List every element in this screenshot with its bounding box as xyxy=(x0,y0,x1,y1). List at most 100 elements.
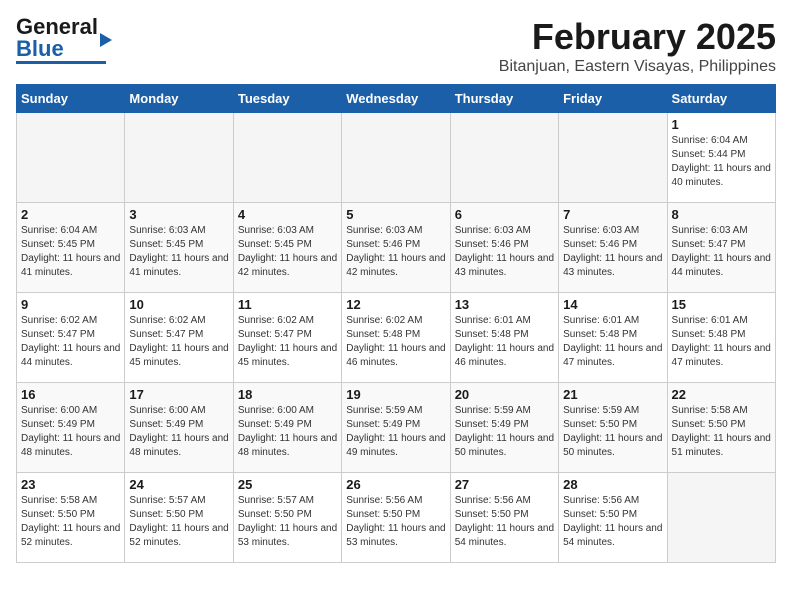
day-cell: 4 Sunrise: 6:03 AM Sunset: 5:45 PM Daylig… xyxy=(233,203,341,293)
day-info: Sunrise: 5:58 AM Sunset: 5:50 PM Dayligh… xyxy=(672,404,771,460)
day-number: 18 xyxy=(238,387,337,402)
day-cell: 17 Sunrise: 6:00 AM Sunset: 5:49 PM Dayli… xyxy=(125,383,233,473)
day-number: 26 xyxy=(346,477,445,492)
day-info: Sunrise: 6:00 AM Sunset: 5:49 PM Dayligh… xyxy=(238,404,337,460)
logo-text: General Blue xyxy=(16,16,98,60)
weekday-header-tuesday: Tuesday xyxy=(233,85,341,113)
day-cell: 12 Sunrise: 6:02 AM Sunset: 5:48 PM Dayli… xyxy=(342,293,450,383)
day-number: 13 xyxy=(455,297,554,312)
day-number: 16 xyxy=(21,387,120,402)
day-cell: 13Sunrise: 6:01 AM Sunset: 5:48 PM Dayli… xyxy=(450,293,558,383)
day-cell xyxy=(17,113,125,203)
day-number: 25 xyxy=(238,477,337,492)
day-cell: 8Sunrise: 6:03 AM Sunset: 5:47 PM Daylig… xyxy=(667,203,775,293)
day-number: 5 xyxy=(346,207,445,222)
day-info: Sunrise: 5:56 AM Sunset: 5:50 PM Dayligh… xyxy=(563,494,662,550)
day-number: 12 xyxy=(346,297,445,312)
weekday-header-friday: Friday xyxy=(559,85,667,113)
title-block: February 2025 Bitanjuan, Eastern Visayas… xyxy=(499,16,776,76)
weekday-header-thursday: Thursday xyxy=(450,85,558,113)
day-number: 3 xyxy=(129,207,228,222)
week-row-1: 1 Sunrise: 6:04 AM Sunset: 5:44 PM Daylig… xyxy=(17,113,776,203)
day-cell xyxy=(667,473,775,563)
day-number: 23 xyxy=(21,477,120,492)
day-info: Sunrise: 5:57 AM Sunset: 5:50 PM Dayligh… xyxy=(129,494,228,550)
logo-blue: Blue xyxy=(16,36,64,61)
day-info: Sunrise: 6:03 AM Sunset: 5:46 PM Dayligh… xyxy=(346,224,445,280)
calendar-table: SundayMondayTuesdayWednesdayThursdayFrid… xyxy=(16,84,776,563)
day-info: Sunrise: 6:04 AM Sunset: 5:44 PM Dayligh… xyxy=(672,134,771,190)
day-info: Sunrise: 6:04 AM Sunset: 5:45 PM Dayligh… xyxy=(21,224,120,280)
day-number: 8 xyxy=(672,207,771,222)
week-row-4: 16 Sunrise: 6:00 AM Sunset: 5:49 PM Dayli… xyxy=(17,383,776,473)
weekday-header-wednesday: Wednesday xyxy=(342,85,450,113)
day-cell: 14Sunrise: 6:01 AM Sunset: 5:48 PM Dayli… xyxy=(559,293,667,383)
day-info: Sunrise: 6:00 AM Sunset: 5:49 PM Dayligh… xyxy=(21,404,120,460)
day-number: 1 xyxy=(672,117,771,132)
day-info: Sunrise: 5:57 AM Sunset: 5:50 PM Dayligh… xyxy=(238,494,337,550)
day-info: Sunrise: 6:03 AM Sunset: 5:45 PM Dayligh… xyxy=(238,224,337,280)
day-info: Sunrise: 5:56 AM Sunset: 5:50 PM Dayligh… xyxy=(346,494,445,550)
day-cell xyxy=(233,113,341,203)
day-cell: 20Sunrise: 5:59 AM Sunset: 5:49 PM Dayli… xyxy=(450,383,558,473)
weekday-header-row: SundayMondayTuesdayWednesdayThursdayFrid… xyxy=(17,85,776,113)
weekday-header-sunday: Sunday xyxy=(17,85,125,113)
month-title: February 2025 xyxy=(499,16,776,58)
day-number: 6 xyxy=(455,207,554,222)
day-cell: 16 Sunrise: 6:00 AM Sunset: 5:49 PM Dayli… xyxy=(17,383,125,473)
day-cell: 9 Sunrise: 6:02 AM Sunset: 5:47 PM Daylig… xyxy=(17,293,125,383)
day-cell: 22 Sunrise: 5:58 AM Sunset: 5:50 PM Dayli… xyxy=(667,383,775,473)
location-subtitle: Bitanjuan, Eastern Visayas, Philippines xyxy=(499,58,776,76)
day-cell: 5 Sunrise: 6:03 AM Sunset: 5:46 PM Daylig… xyxy=(342,203,450,293)
day-cell: 24 Sunrise: 5:57 AM Sunset: 5:50 PM Dayli… xyxy=(125,473,233,563)
day-number: 24 xyxy=(129,477,228,492)
logo: General Blue xyxy=(16,16,112,64)
day-info: Sunrise: 5:59 AM Sunset: 5:49 PM Dayligh… xyxy=(346,404,445,460)
day-cell: 7Sunrise: 6:03 AM Sunset: 5:46 PM Daylig… xyxy=(559,203,667,293)
day-number: 27 xyxy=(455,477,554,492)
day-number: 9 xyxy=(21,297,120,312)
weekday-header-saturday: Saturday xyxy=(667,85,775,113)
day-number: 14 xyxy=(563,297,662,312)
week-row-5: 23 Sunrise: 5:58 AM Sunset: 5:50 PM Dayli… xyxy=(17,473,776,563)
day-info: Sunrise: 6:03 AM Sunset: 5:45 PM Dayligh… xyxy=(129,224,228,280)
day-info: Sunrise: 5:59 AM Sunset: 5:50 PM Dayligh… xyxy=(563,404,662,460)
day-cell xyxy=(342,113,450,203)
day-info: Sunrise: 6:02 AM Sunset: 5:47 PM Dayligh… xyxy=(21,314,120,370)
day-cell xyxy=(125,113,233,203)
day-info: Sunrise: 5:56 AM Sunset: 5:50 PM Dayligh… xyxy=(455,494,554,550)
day-cell: 21Sunrise: 5:59 AM Sunset: 5:50 PM Dayli… xyxy=(559,383,667,473)
day-cell: 25 Sunrise: 5:57 AM Sunset: 5:50 PM Dayli… xyxy=(233,473,341,563)
day-number: 7 xyxy=(563,207,662,222)
day-cell xyxy=(559,113,667,203)
day-number: 17 xyxy=(129,387,228,402)
day-cell: 27 Sunrise: 5:56 AM Sunset: 5:50 PM Dayli… xyxy=(450,473,558,563)
day-number: 15 xyxy=(672,297,771,312)
day-number: 2 xyxy=(21,207,120,222)
week-row-3: 9 Sunrise: 6:02 AM Sunset: 5:47 PM Daylig… xyxy=(17,293,776,383)
week-row-2: 2 Sunrise: 6:04 AM Sunset: 5:45 PM Daylig… xyxy=(17,203,776,293)
day-cell: 18 Sunrise: 6:00 AM Sunset: 5:49 PM Dayli… xyxy=(233,383,341,473)
day-cell: 11Sunrise: 6:02 AM Sunset: 5:47 PM Dayli… xyxy=(233,293,341,383)
day-cell: 15 Sunrise: 6:01 AM Sunset: 5:48 PM Dayli… xyxy=(667,293,775,383)
day-cell: 19Sunrise: 5:59 AM Sunset: 5:49 PM Dayli… xyxy=(342,383,450,473)
day-cell: 26 Sunrise: 5:56 AM Sunset: 5:50 PM Dayli… xyxy=(342,473,450,563)
day-cell: 1 Sunrise: 6:04 AM Sunset: 5:44 PM Daylig… xyxy=(667,113,775,203)
day-cell xyxy=(450,113,558,203)
day-number: 4 xyxy=(238,207,337,222)
day-cell: 3 Sunrise: 6:03 AM Sunset: 5:45 PM Daylig… xyxy=(125,203,233,293)
day-info: Sunrise: 6:01 AM Sunset: 5:48 PM Dayligh… xyxy=(672,314,771,370)
day-info: Sunrise: 6:00 AM Sunset: 5:49 PM Dayligh… xyxy=(129,404,228,460)
day-info: Sunrise: 5:58 AM Sunset: 5:50 PM Dayligh… xyxy=(21,494,120,550)
day-number: 10 xyxy=(129,297,228,312)
weekday-header-monday: Monday xyxy=(125,85,233,113)
day-number: 22 xyxy=(672,387,771,402)
day-info: Sunrise: 6:02 AM Sunset: 5:48 PM Dayligh… xyxy=(346,314,445,370)
page-header: General Blue February 2025 Bitanjuan, Ea… xyxy=(16,16,776,76)
day-cell: 10Sunrise: 6:02 AM Sunset: 5:47 PM Dayli… xyxy=(125,293,233,383)
day-info: Sunrise: 6:02 AM Sunset: 5:47 PM Dayligh… xyxy=(238,314,337,370)
day-cell: 23 Sunrise: 5:58 AM Sunset: 5:50 PM Dayli… xyxy=(17,473,125,563)
day-number: 28 xyxy=(563,477,662,492)
day-cell: 28 Sunrise: 5:56 AM Sunset: 5:50 PM Dayli… xyxy=(559,473,667,563)
day-number: 20 xyxy=(455,387,554,402)
